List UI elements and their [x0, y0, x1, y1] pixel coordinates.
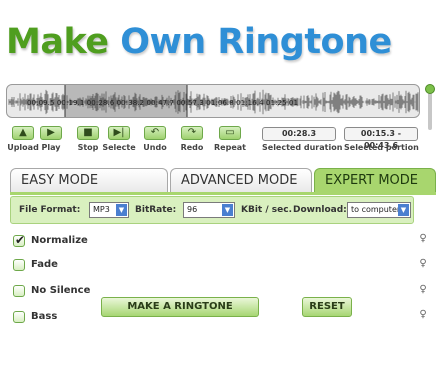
- download-select[interactable]: to computer ▼: [347, 202, 411, 218]
- bitrate-value: 96: [187, 205, 198, 214]
- undo-label: Undo: [143, 143, 167, 152]
- chevron-down-icon: ▼: [222, 204, 233, 216]
- waveform-time-marks: 00:09.5 00:19.1 00:28.6 00:38.2 00:47.7 …: [27, 99, 299, 107]
- bitrate-select[interactable]: 96 ▼: [183, 202, 235, 218]
- bass-label: Bass: [31, 311, 58, 322]
- undo-icon: ↶: [150, 127, 160, 138]
- repeat-button[interactable]: ▭ Repeat: [210, 126, 250, 152]
- play-label: Play: [41, 143, 61, 152]
- chevron-down-icon: ▼: [398, 204, 409, 216]
- select-button[interactable]: ▶| Selecte: [99, 126, 139, 152]
- make-ringtone-button[interactable]: MAKE A RINGTONE: [101, 297, 259, 317]
- volume-slider-handle[interactable]: [425, 84, 435, 94]
- fade-label: Fade: [31, 259, 58, 270]
- file-format-label: File Format:: [19, 205, 81, 215]
- redo-label: Redo: [180, 143, 204, 152]
- checkbox-box[interactable]: ✔: [13, 233, 26, 247]
- play-button[interactable]: ▶ Play: [31, 126, 71, 152]
- bitrate-label: BitRate:: [135, 205, 177, 215]
- checkmark-icon: ✔: [15, 233, 26, 247]
- selected-duration-label: Selected duration: [262, 143, 343, 152]
- reset-button[interactable]: RESET: [302, 297, 352, 317]
- selected-portion-value: 00:15.3 - 00:43.6: [344, 127, 418, 150]
- file-format-value: MP3: [93, 205, 110, 214]
- info-icon[interactable]: ♀: [418, 232, 428, 246]
- redo-button[interactable]: ↷ Redo: [172, 126, 212, 152]
- select-label: Selecte: [102, 143, 136, 152]
- checkbox-box[interactable]: [13, 285, 25, 297]
- checkbox-box[interactable]: [13, 259, 25, 271]
- info-icon[interactable]: ♀: [418, 283, 428, 297]
- chevron-down-icon: ▼: [116, 204, 127, 216]
- repeat-icon: ▭: [225, 127, 235, 138]
- no-silence-label: No Silence: [31, 285, 91, 296]
- waveform-display[interactable]: 00:09.5 00:19.1 00:28.6 00:38.2 00:47.7 …: [6, 84, 420, 118]
- title-word-own-ringtone: Own Ringtone: [120, 22, 392, 62]
- selected-portion-label: Selected portion: [344, 143, 419, 152]
- repeat-label: Repeat: [214, 143, 246, 152]
- redo-icon: ↷: [187, 127, 197, 138]
- normalize-label: Normalize: [31, 235, 88, 246]
- stop-icon: ■: [83, 127, 93, 138]
- app-title: Make Own Ringtone: [6, 22, 392, 78]
- download-value: to computer: [351, 205, 401, 214]
- info-icon[interactable]: ♀: [418, 257, 428, 271]
- tab-expert-mode[interactable]: EXPERT MODE: [314, 168, 436, 192]
- play-icon: ▶: [47, 127, 55, 138]
- selected-duration-value: 00:28.3: [262, 127, 336, 141]
- download-label: Download:: [293, 205, 347, 215]
- checkbox-box[interactable]: [13, 311, 25, 323]
- upload-icon: ▲: [19, 127, 27, 138]
- title-word-make: Make: [6, 22, 109, 62]
- file-format-select[interactable]: MP3 ▼: [89, 202, 129, 218]
- kbit-label: KBit / sec.: [241, 205, 292, 215]
- select-icon: ▶|: [113, 127, 125, 138]
- undo-button[interactable]: ↶ Undo: [135, 126, 175, 152]
- tab-advanced-mode[interactable]: ADVANCED MODE: [170, 168, 312, 192]
- options-bar: File Format: MP3 ▼ BitRate: 96 ▼ KBit / …: [10, 196, 414, 224]
- info-icon[interactable]: ♀: [418, 308, 428, 322]
- tab-easy-mode[interactable]: EASY MODE: [10, 168, 168, 192]
